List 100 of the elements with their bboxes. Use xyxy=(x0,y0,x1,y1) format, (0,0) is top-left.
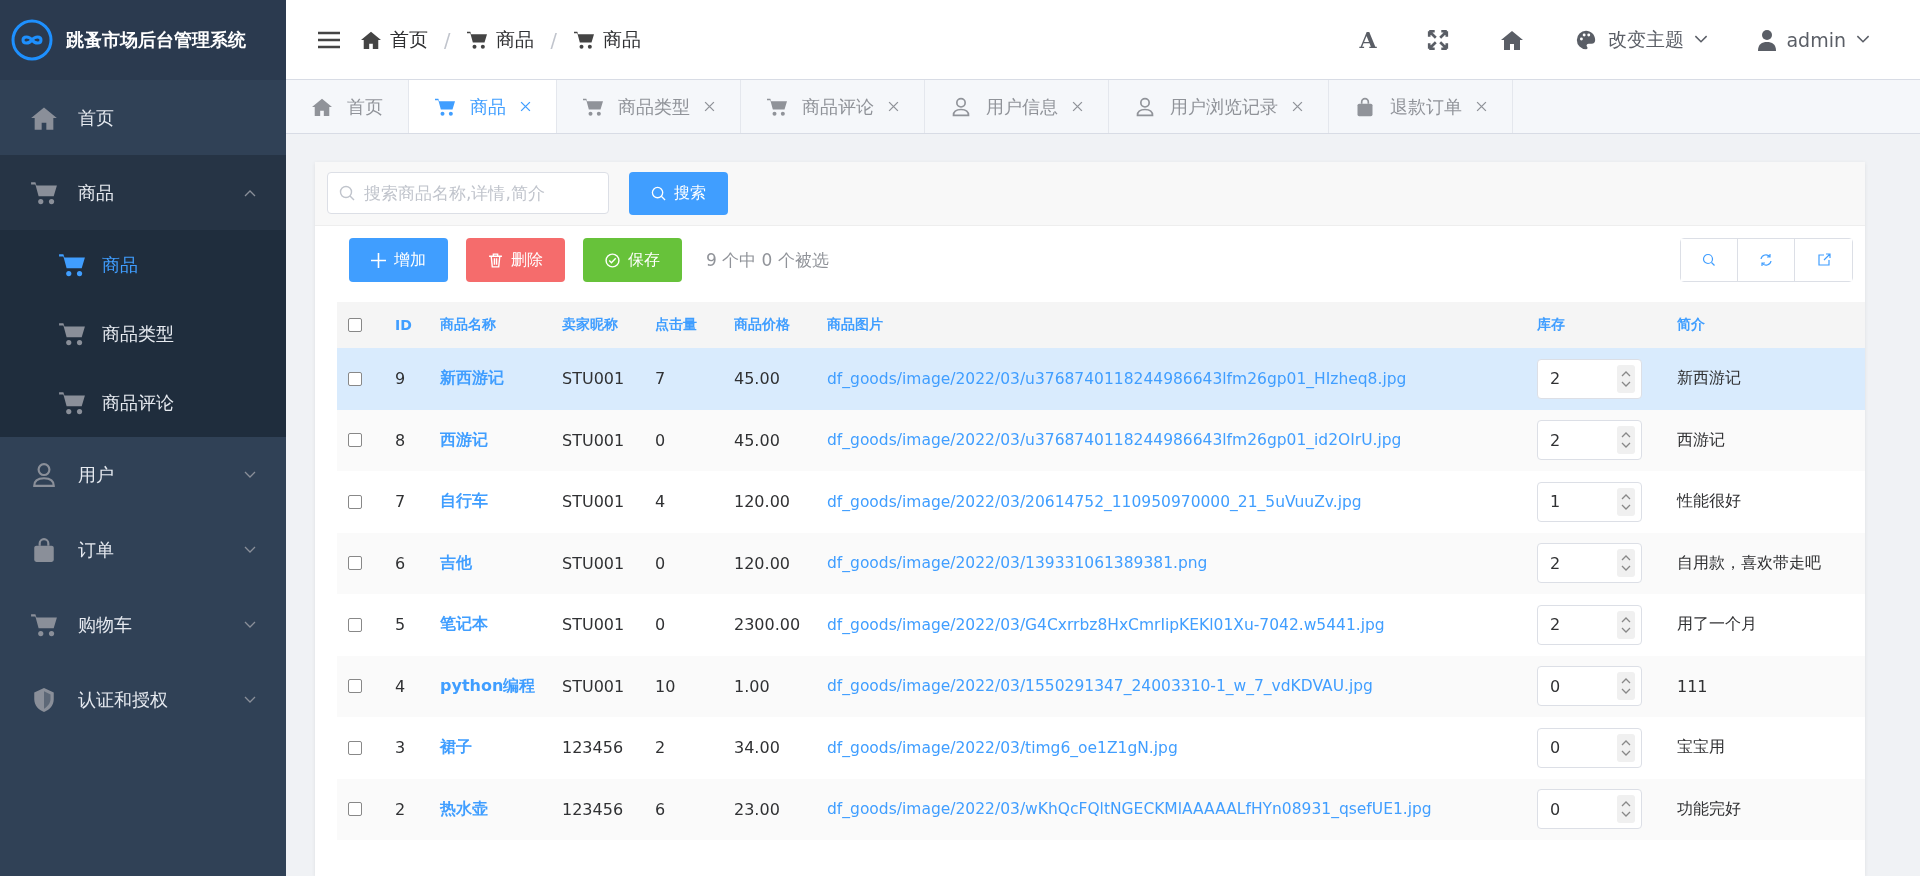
fullscreen-icon[interactable] xyxy=(1426,28,1451,51)
table-row[interactable]: 7 自行车 STU001 4 120.00 df_goods/image/2022/03/20614752_110950970000_21_5uVuuZv.jpg 1 性能很好 xyxy=(337,471,1865,533)
table-row[interactable]: 8 西游记 STU001 0 45.00 df_goods/image/2022/03/u3768740118244986643lfm26gp01_id2OIrU.jpg 2 西游记 xyxy=(337,409,1865,471)
price-cell-text: 120.00 xyxy=(733,492,791,512)
table-row[interactable]: 4 python编程 STU001 10 1.00 df_goods/image/2022/03/1550291347_24003310-1_w_7_vdKDVAU.jpg 0 111 xyxy=(337,655,1865,717)
stock-input[interactable]: 2 xyxy=(1537,543,1642,584)
id-cell-text: 3 xyxy=(394,738,407,758)
clicks-cell-text: 4 xyxy=(654,492,667,512)
breadcrumb-separator: / xyxy=(550,28,557,51)
row-checkbox[interactable] xyxy=(348,617,362,632)
intro-cell-text: 新西游记 xyxy=(1676,368,1742,390)
spinner-icon[interactable] xyxy=(1617,733,1635,762)
clicks-cell-text: 6 xyxy=(654,799,667,819)
app-title: 跳蚤市场后台管理系统 xyxy=(66,28,246,52)
close-icon[interactable] xyxy=(1476,101,1487,112)
sidebar-item[interactable]: 用户 xyxy=(0,437,286,512)
refresh-icon xyxy=(1759,253,1773,267)
stock-input[interactable]: 2 xyxy=(1537,358,1642,399)
spinner-icon[interactable] xyxy=(1617,610,1635,639)
id-cell-text: 9 xyxy=(394,369,407,389)
intro-cell-text: 性能很好 xyxy=(1675,491,1742,513)
intro-cell-text: 用了一个月 xyxy=(1676,614,1758,636)
trash-icon xyxy=(488,252,503,268)
close-icon[interactable] xyxy=(704,101,715,112)
price-cell-text: 1.00 xyxy=(733,676,771,696)
price-cell-text: 120.00 xyxy=(733,553,791,573)
intro-cell-text: 宝宝用 xyxy=(1676,737,1726,759)
id-cell-text: 7 xyxy=(394,492,407,512)
sidebar-item[interactable]: 认证和授权 xyxy=(0,662,286,737)
stock-input[interactable]: 0 xyxy=(1537,727,1642,768)
sidebar-item[interactable]: 订单 xyxy=(0,512,286,587)
clicks-cell-text: 0 xyxy=(654,430,667,450)
font-size-button[interactable]: A xyxy=(1359,26,1377,53)
table-row[interactable]: 2 热水壶 123456 6 23.00 df_goods/image/2022/03/wKhQcFQltNGECKMlAAAAALfHYn08931_qsefUE1.jpg 0 功能完好 xyxy=(337,778,1865,840)
spinner-icon[interactable] xyxy=(1617,364,1635,393)
sidebar-subitem[interactable]: 商品类型 xyxy=(0,299,286,368)
table-row[interactable]: 6 吉他 STU001 0 120.00 df_goods/image/2022/03/139331061389381.png 2 自用款，喜欢带走吧 xyxy=(337,532,1865,594)
menu-icon[interactable] xyxy=(318,30,340,49)
seller-cell-text: 123456 xyxy=(561,799,625,819)
sidebar-subitem[interactable]: 商品评论 xyxy=(0,368,286,437)
row-checkbox[interactable] xyxy=(348,494,362,509)
seller-cell-text: STU001 xyxy=(561,492,626,512)
home-icon xyxy=(311,96,333,117)
select-all-checkbox[interactable] xyxy=(348,318,362,332)
price-cell-text: 45.00 xyxy=(733,430,781,450)
cart-icon xyxy=(466,29,489,50)
spinner-icon[interactable] xyxy=(1617,487,1635,516)
cart-icon xyxy=(582,96,604,117)
close-icon[interactable] xyxy=(520,101,531,112)
row-checkbox[interactable] xyxy=(348,371,362,386)
column-header: 点击量 xyxy=(654,316,698,334)
export-icon xyxy=(1816,253,1831,267)
seller-cell-text: STU001 xyxy=(561,430,626,450)
search-icon xyxy=(651,186,666,201)
spinner-icon[interactable] xyxy=(1617,549,1635,578)
spinner-icon[interactable] xyxy=(1617,426,1635,455)
sidebar-item[interactable]: 购物车 xyxy=(0,587,286,662)
check-circle-icon xyxy=(605,252,620,268)
spinner-icon[interactable] xyxy=(1617,672,1635,701)
stock-input[interactable]: 1 xyxy=(1537,481,1642,522)
price-cell-text: 45.00 xyxy=(733,369,781,389)
close-icon[interactable] xyxy=(1292,101,1303,112)
table-row[interactable]: 3 裙子 123456 2 34.00 df_goods/image/2022/03/timg6_oe1Z1gN.jpg 0 宝宝用 xyxy=(337,717,1865,779)
price-cell-text: 34.00 xyxy=(733,738,781,758)
table-row[interactable]: 9 新西游记 STU001 7 45.00 df_goods/image/2022/03/u3768740118244986643lfm26gp01_HIzheq8.jpg 2 新西游记 xyxy=(337,348,1865,410)
table-row[interactable]: 5 笔记本 STU001 0 2300.00 df_goods/image/2022/03/G4Cxrrbz8HxCmrIipKEKl01Xu-7042.w5441.jpg 2 用了一个月 xyxy=(337,594,1865,656)
sidebar-item[interactable]: 首页 xyxy=(0,80,286,155)
home-icon xyxy=(360,29,382,50)
breadcrumb-item[interactable]: 首页 xyxy=(390,26,428,53)
row-checkbox[interactable] xyxy=(348,433,362,448)
stock-input[interactable]: 0 xyxy=(1537,789,1642,830)
theme-dropdown[interactable]: 改变主题 xyxy=(1608,26,1685,53)
breadcrumb-item[interactable]: 商品 xyxy=(496,26,535,53)
intro-cell-text: 自用款，喜欢带走吧 xyxy=(1676,552,1822,574)
seller-cell-text: 123456 xyxy=(561,738,625,758)
clicks-cell-text: 0 xyxy=(654,553,667,573)
stock-input[interactable]: 2 xyxy=(1537,420,1642,461)
sidebar-subitem[interactable]: 商品 xyxy=(0,230,286,299)
close-icon[interactable] xyxy=(1072,101,1083,112)
close-icon[interactable] xyxy=(888,101,899,112)
id-cell-text: 4 xyxy=(394,676,407,696)
row-checkbox[interactable] xyxy=(348,556,362,571)
row-checkbox[interactable] xyxy=(348,802,362,817)
user-dropdown[interactable]: admin xyxy=(1786,28,1846,51)
cart-icon xyxy=(766,96,788,117)
breadcrumb-item[interactable]: 商品 xyxy=(602,26,641,53)
row-checkbox[interactable] xyxy=(348,679,362,694)
stock-input[interactable]: 0 xyxy=(1537,666,1642,707)
search-field[interactable]: 搜索商品名称,详情,简介 xyxy=(327,172,609,214)
plus-icon xyxy=(371,252,386,268)
column-header: 商品名称 xyxy=(439,316,497,334)
intro-cell-text: 111 xyxy=(1676,676,1709,696)
cart-icon xyxy=(30,179,58,206)
spinner-icon[interactable] xyxy=(1617,795,1635,824)
clicks-cell-text: 0 xyxy=(654,615,667,635)
cart-icon xyxy=(30,611,58,638)
id-cell-text: 5 xyxy=(394,615,407,635)
stock-input[interactable]: 2 xyxy=(1537,604,1642,645)
cart-icon xyxy=(58,320,86,347)
row-checkbox[interactable] xyxy=(348,740,362,755)
